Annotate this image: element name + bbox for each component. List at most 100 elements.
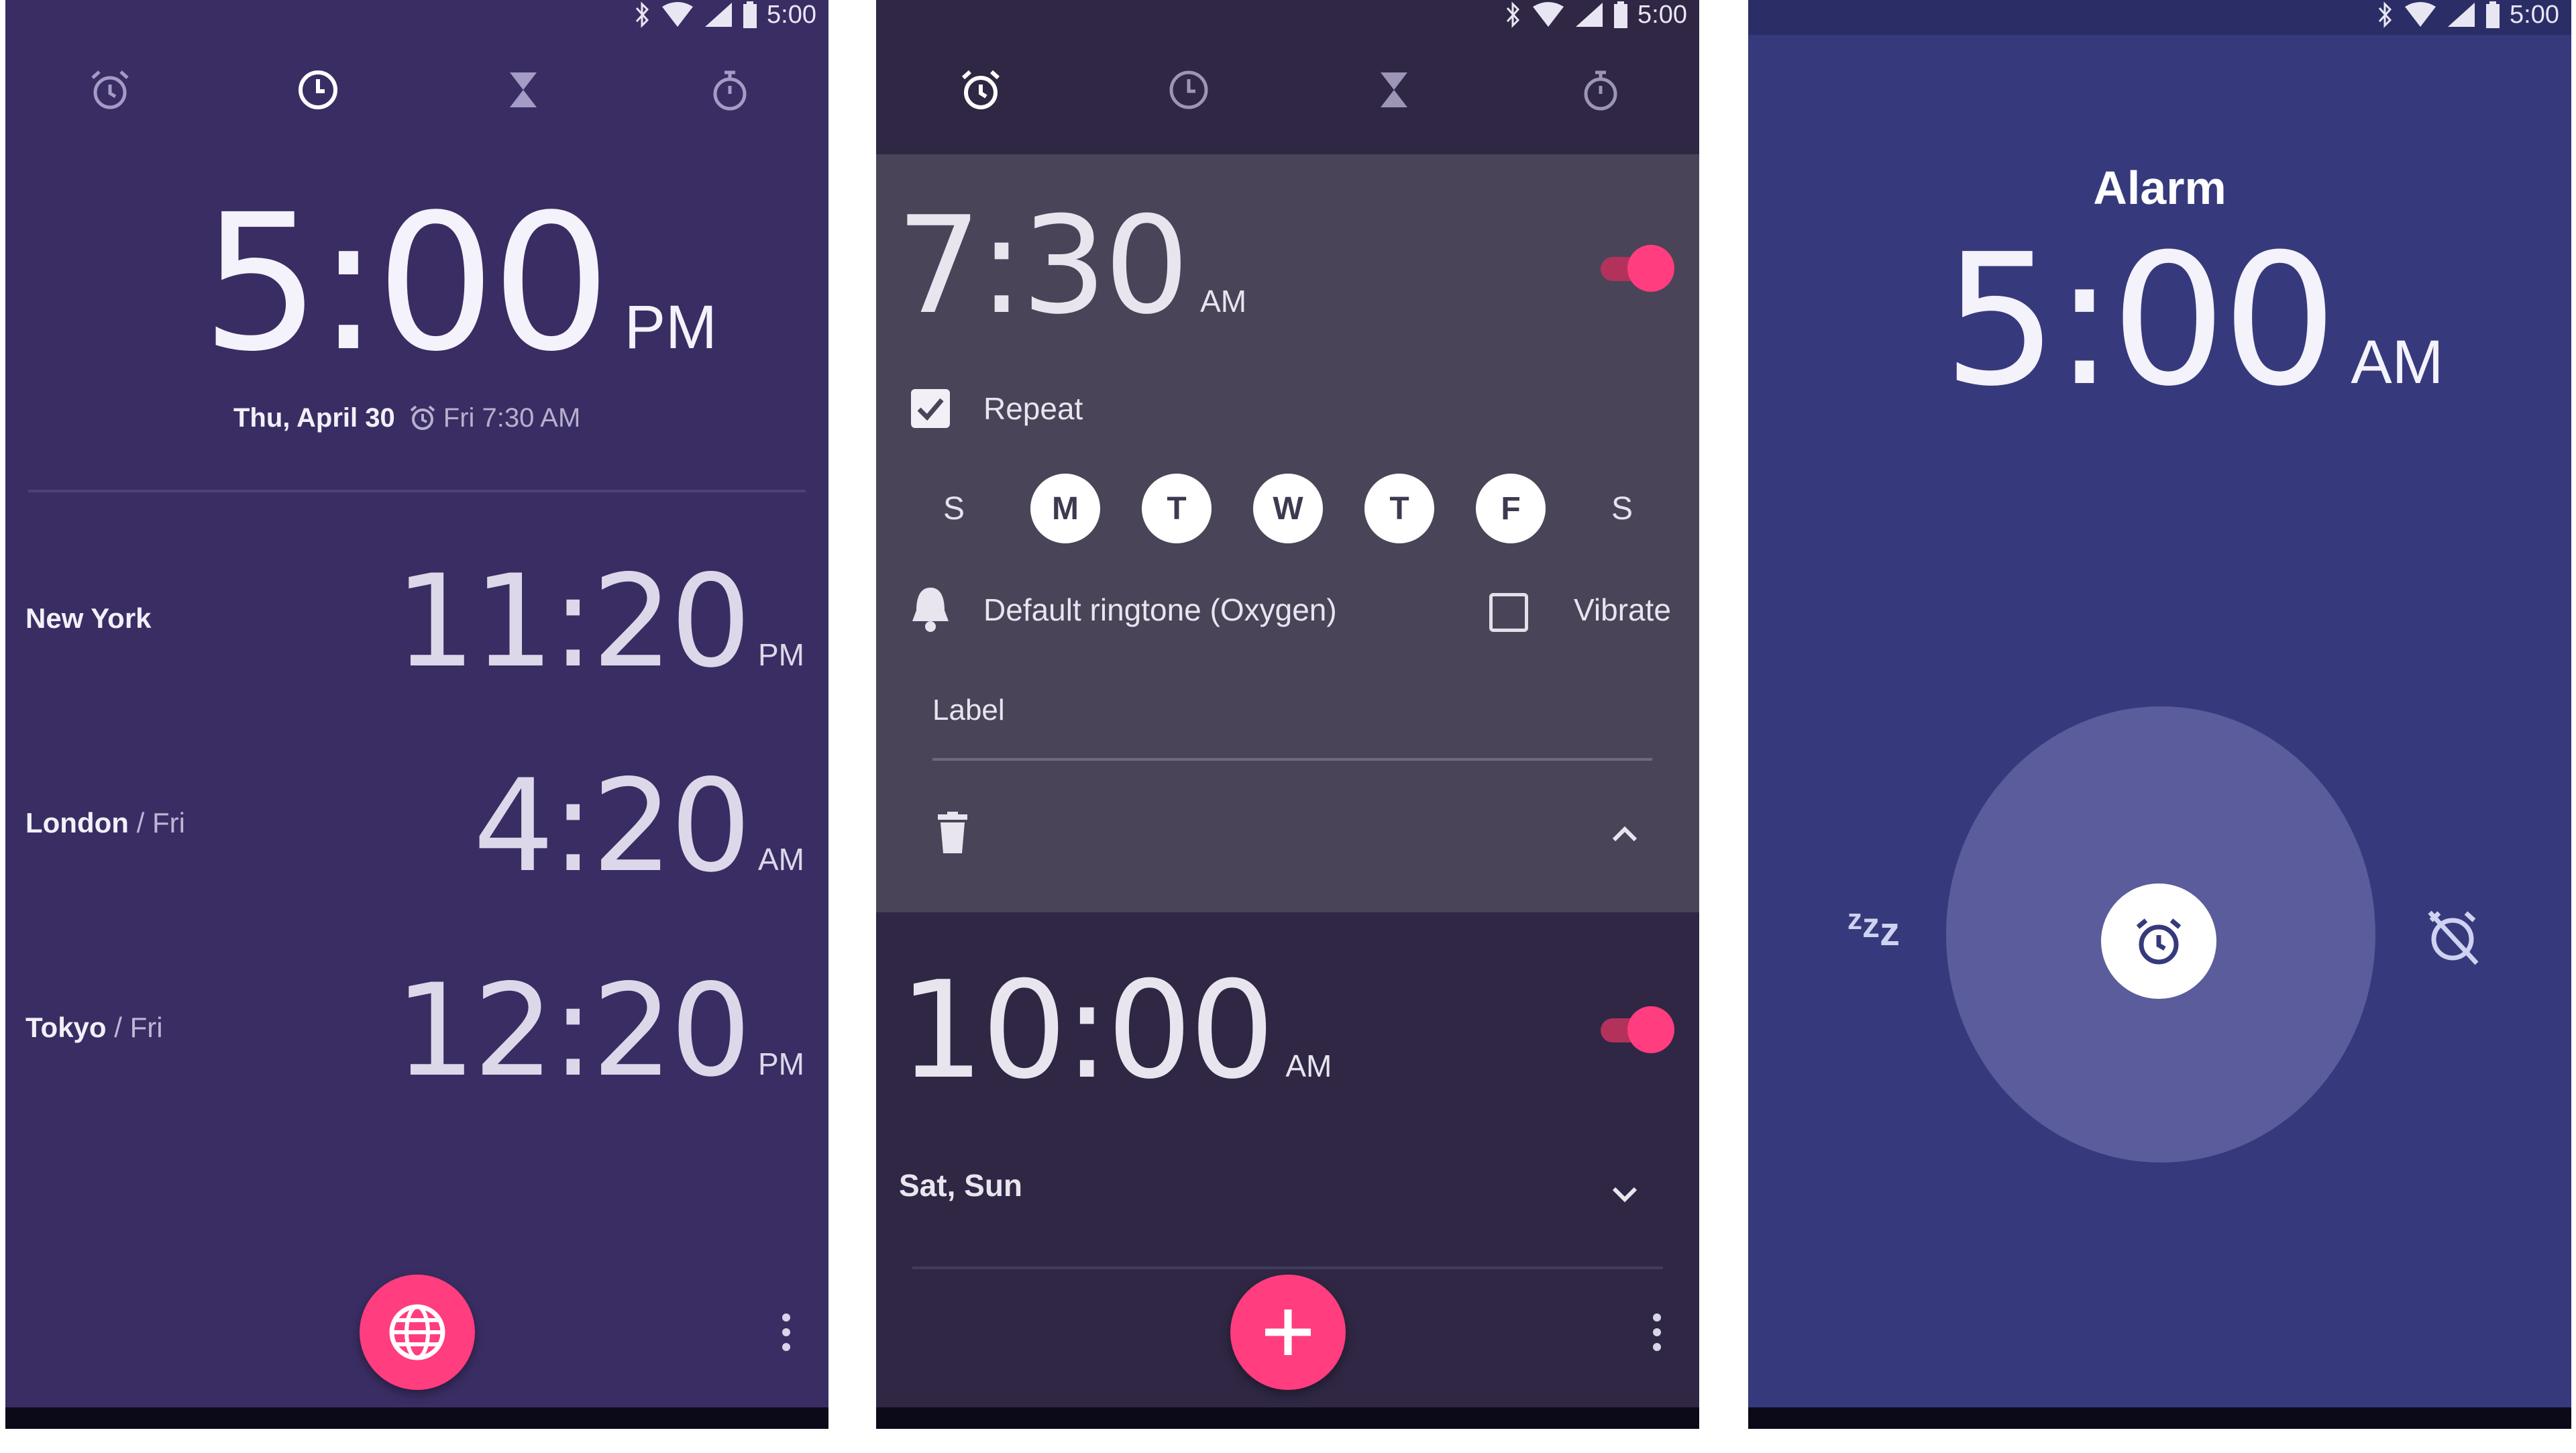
tab-stopwatch[interactable]: [703, 63, 757, 117]
day-mon[interactable]: M: [1030, 474, 1100, 543]
status-bar: 5:00: [1505, 0, 1687, 30]
expand-chevron-icon[interactable]: [1605, 1174, 1645, 1214]
tab-timer[interactable]: [496, 63, 550, 117]
alarm-toggle[interactable]: [1601, 245, 1674, 292]
battery-icon: [2486, 1, 2500, 28]
status-bar: 5:00: [2377, 0, 2559, 30]
globe-icon: [389, 1304, 445, 1360]
ringing-ampm: AM: [2351, 328, 2444, 396]
tab-alarm[interactable]: [83, 63, 137, 117]
tab-stopwatch[interactable]: [1574, 63, 1627, 117]
next-alarm-text: Fri 7:30 AM: [443, 402, 581, 433]
alarm-handle-button[interactable]: [2101, 883, 2216, 999]
signal-icon: [2448, 3, 2475, 27]
stopwatch-icon: [713, 70, 747, 111]
status-time: 5:00: [767, 0, 816, 29]
vibrate-label: Vibrate: [1574, 592, 1671, 627]
main-ampm: PM: [624, 293, 717, 362]
system-nav-bar: [876, 1407, 1699, 1429]
dismiss-alarm-icon[interactable]: [2419, 903, 2486, 970]
system-nav-bar: [1748, 1407, 2571, 1429]
wifi-icon: [2405, 2, 2436, 27]
divider: [912, 1267, 1663, 1269]
tab-alarm[interactable]: [954, 63, 1008, 117]
divider: [28, 490, 806, 492]
alarm-screen: 5:00 7:30 AM Repeat S M T W T F S Default…: [876, 0, 1699, 1429]
city-row: Tokyo / Fri 12:20 PM: [5, 957, 828, 1107]
label-input[interactable]: Label: [932, 694, 1005, 727]
city-time-value: 12:20: [394, 957, 751, 1105]
tab-timer[interactable]: [1367, 63, 1421, 117]
alarm-time-ampm: AM: [1285, 1048, 1332, 1083]
alarm-small-icon: [410, 405, 435, 430]
cities-fab-button[interactable]: [360, 1275, 475, 1390]
ringing-time: 5:00: [1943, 215, 2337, 426]
city-time-value: 4:20: [473, 752, 751, 900]
day-sat[interactable]: S: [1587, 474, 1657, 543]
label-input-underline: [932, 758, 1652, 761]
signal-icon: [1576, 3, 1603, 27]
city-name: London / Fri: [25, 807, 185, 839]
main-clock: 5:00 PM: [201, 174, 717, 393]
overflow-menu-icon[interactable]: [1650, 1309, 1664, 1356]
add-alarm-fab-button[interactable]: [1230, 1275, 1346, 1390]
city-row: New York 11:20 PM: [5, 547, 828, 698]
date-line: Thu, April 30 Fri 7:30 AM: [233, 402, 580, 433]
ringtone-selector[interactable]: Default ringtone (Oxygen): [983, 592, 1337, 628]
day-fri[interactable]: F: [1476, 474, 1546, 543]
snooze-icon[interactable]: zzz: [1847, 899, 1900, 955]
repeat-checkbox[interactable]: [911, 389, 950, 428]
city-day: / Fri: [106, 1012, 163, 1043]
city-time: 4:20 AM: [473, 752, 804, 900]
alarm-toggle[interactable]: [1601, 1006, 1674, 1053]
alarm-time[interactable]: 7:30 AM: [896, 188, 1246, 344]
city-name-text: Tokyo: [25, 1012, 107, 1043]
vibrate-checkbox[interactable]: [1489, 593, 1528, 632]
alarm-time-value: 10:00: [899, 953, 1275, 1109]
alarm-days-summary: Sat, Sun: [899, 1168, 1023, 1203]
wifi-icon: [662, 2, 694, 27]
city-name-text: New York: [25, 602, 152, 634]
alarm-card-expanded: 7:30 AM Repeat S M T W T F S Default ring…: [876, 154, 1699, 912]
status-bar: 5:00: [634, 0, 816, 30]
clock-screen: 5:00 5:00 PM Thu, April 30 Fri 7:30 AM Ne…: [5, 0, 828, 1429]
tab-bar: [876, 38, 1699, 138]
current-date: Thu, April 30: [233, 402, 395, 433]
city-time-value: 11:20: [394, 547, 751, 696]
day-thu[interactable]: T: [1364, 474, 1434, 543]
wifi-icon: [1533, 2, 1564, 27]
alarm-icon: [91, 70, 129, 109]
alarm-time-value: 7:30: [896, 188, 1189, 344]
bluetooth-icon: [2378, 1, 2392, 28]
bell-icon: [912, 588, 949, 632]
city-name-text: London: [25, 807, 129, 839]
city-time: 11:20 PM: [394, 547, 804, 696]
alarm-time[interactable]: 10:00 AM: [899, 953, 1332, 1109]
city-time: 12:20 PM: [394, 957, 804, 1105]
bluetooth-icon: [635, 1, 649, 28]
overflow-menu-icon[interactable]: [780, 1309, 793, 1356]
city-name: New York: [25, 602, 152, 635]
alarm-title: Alarm: [2093, 162, 2226, 214]
repeat-label: Repeat: [983, 391, 1083, 426]
day-sun[interactable]: S: [919, 474, 989, 543]
tab-clock[interactable]: [1162, 63, 1216, 117]
day-tue[interactable]: T: [1142, 474, 1212, 543]
main-time: 5:00: [201, 174, 611, 393]
system-nav-bar: [5, 1407, 828, 1429]
alarm-time-ampm: AM: [1200, 284, 1247, 319]
signal-icon: [705, 3, 733, 27]
city-day: / Fri: [128, 807, 185, 839]
next-alarm[interactable]: Fri 7:30 AM: [407, 402, 581, 433]
delete-icon[interactable]: [935, 812, 970, 855]
city-time-ampm: PM: [758, 637, 804, 672]
clock-icon: [1169, 70, 1208, 109]
hourglass-icon: [510, 72, 537, 107]
city-name: Tokyo / Fri: [25, 1012, 163, 1044]
day-wed[interactable]: W: [1253, 474, 1323, 543]
tab-clock[interactable]: [291, 63, 345, 117]
alarm-icon: [961, 70, 1000, 109]
tab-bar: [5, 38, 828, 138]
collapse-chevron-icon[interactable]: [1605, 814, 1645, 855]
city-row: London / Fri 4:20 AM: [5, 752, 828, 902]
